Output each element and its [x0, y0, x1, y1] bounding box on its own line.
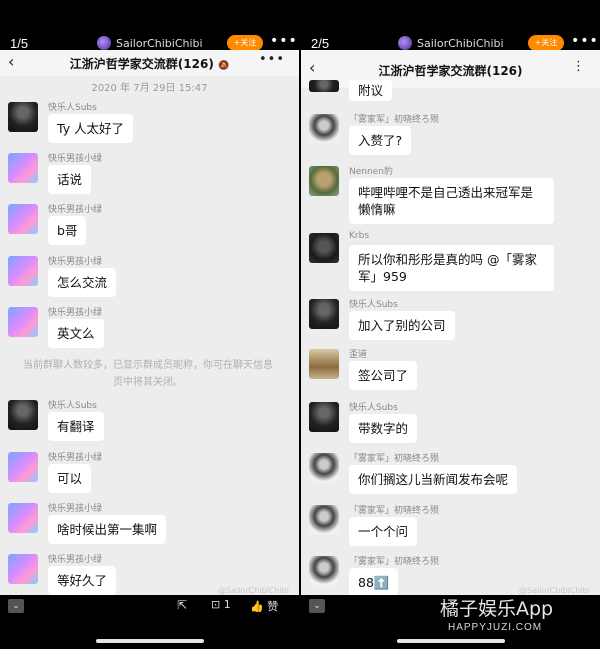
sender-name: 快乐人Subs — [349, 403, 398, 413]
avatar — [309, 349, 339, 379]
chat-screenshot: ‹ 江浙沪哲学家交流群(126) ⋮ 附议 「雾家军」初晓终ろ殒 入赘了? Ne… — [301, 50, 600, 595]
avatar — [309, 505, 339, 535]
like-label: 赞 — [267, 600, 279, 613]
avatar — [309, 114, 339, 144]
message-bubble: 英文么 — [48, 319, 104, 348]
message-bubble: Ty 人太好了 — [48, 114, 134, 143]
sender-name: 快乐男孩小绿 — [48, 205, 103, 215]
avatar — [8, 400, 38, 430]
image-watermark: @SailorChibiChibi — [218, 586, 289, 595]
author-name[interactable]: SailorChibiChibi — [116, 37, 203, 50]
message-bubble: 有翻译 — [48, 412, 104, 441]
avatar — [309, 402, 339, 432]
author-avatar[interactable] — [398, 36, 412, 50]
bottom-action-bar: ⌄ ⇱ ⊡ 1 👍 赞 — [0, 598, 299, 618]
avatar — [309, 453, 339, 483]
message-bubble: 你们搁这儿当新闻发布会呢 — [349, 465, 518, 494]
message-bubble: 签公司了 — [349, 361, 418, 390]
message-bubble: 可以 — [48, 464, 92, 493]
sender-name: 快乐男孩小绿 — [48, 257, 103, 267]
follow-button[interactable]: +关注 — [227, 35, 263, 51]
author-info[interactable]: SailorChibiChibi — [97, 36, 203, 50]
author-info[interactable]: SailorChibiChibi — [398, 36, 504, 50]
avatar — [8, 503, 38, 533]
avatar — [309, 299, 339, 329]
home-indicator — [397, 639, 505, 643]
avatar — [8, 452, 38, 482]
avatar — [8, 102, 38, 132]
post-image-1: 1/5 SailorChibiChibi +关注 ••• ‹ 江浙沪哲学家交流群… — [0, 0, 299, 649]
sender-name: 快乐男孩小绿 — [48, 453, 103, 463]
message-bubble: 等好久了 — [48, 566, 117, 595]
author-avatar[interactable] — [97, 36, 111, 50]
site-watermark-url: HAPPYJUZI.COM — [448, 622, 543, 633]
message-bubble: 啥时候出第一集啊 — [48, 515, 167, 544]
sender-name: 「雾家军」初晓终ろ殒 — [349, 557, 440, 567]
sender-name: Nennen豹 — [349, 167, 393, 177]
sender-name: Krbs — [349, 231, 370, 241]
sender-name: 快乐人Subs — [48, 401, 97, 411]
site-watermark-brand: 橘子娱乐App — [440, 598, 554, 620]
more-options-icon[interactable]: ••• — [270, 33, 298, 49]
avatar — [8, 256, 38, 286]
more-options-icon[interactable]: ••• — [571, 33, 599, 49]
sender-name: 快乐男孩小绿 — [48, 308, 103, 318]
message-bubble: 话说 — [48, 165, 92, 194]
post-image-2: 2/5 SailorChibiChibi +关注 ••• ‹ 江浙沪哲学家交流群… — [301, 0, 600, 649]
message-bubble: 附议 — [349, 80, 393, 101]
message-bubble: 带数字的 — [349, 414, 418, 443]
like-button[interactable]: 👍 赞 — [250, 598, 278, 614]
message-bubble: 入赘了? — [349, 126, 412, 155]
comment-count: 1 — [223, 598, 231, 611]
home-indicator — [96, 639, 204, 643]
author-name[interactable]: SailorChibiChibi — [417, 37, 504, 50]
chat-header: ‹ 江浙沪哲学家交流群(126) 🔕 ••• — [0, 50, 299, 76]
follow-button[interactable]: +关注 — [528, 35, 564, 51]
comment-button[interactable]: ⊡ 1 — [211, 598, 231, 611]
collapse-chevron-icon[interactable]: ⌄ — [8, 599, 24, 613]
sender-name: 快乐男孩小绿 — [48, 504, 103, 514]
sender-name: 快乐男孩小绿 — [48, 154, 103, 164]
sender-name: 快乐人Subs — [48, 103, 97, 113]
image-pager: 1/5 — [10, 36, 29, 51]
group-title: 江浙沪哲学家交流群(126) — [378, 64, 523, 78]
group-title: 江浙沪哲学家交流群(126) 🔕 — [69, 57, 230, 71]
image-pager: 2/5 — [311, 36, 330, 51]
avatar — [309, 556, 339, 586]
message-bubble: b哥 — [48, 216, 87, 245]
sender-name: 「雾家军」初晓终ろ殒 — [349, 506, 440, 516]
message-bubble: 88⬆️ — [349, 568, 399, 595]
chat-more-icon[interactable]: ••• — [259, 52, 285, 67]
avatar — [8, 204, 38, 234]
message-bubble: 哔哩哔哩不是自己透出来冠军是懒惰嘛 — [349, 178, 554, 224]
avatar — [8, 554, 38, 584]
message-bubble: 怎么交流 — [48, 268, 117, 297]
avatar — [309, 233, 339, 263]
avatar — [8, 307, 38, 337]
sender-name: 快乐男孩小绿 — [48, 555, 103, 565]
share-icon[interactable]: ⇱ — [177, 598, 187, 612]
mute-icon: 🔕 — [218, 61, 230, 71]
sender-name: 「雾家军」初晓终ろ殒 — [349, 115, 440, 125]
sender-name: 歪道 — [349, 350, 368, 360]
group-notice: 当前群聊人数较多，已显示群成员昵称，你可在聊天信息页中将其关闭。 — [23, 360, 273, 388]
message-bubble: 所以你和彤彤是真的吗 @「雾家军」959 — [349, 245, 554, 291]
sender-name: 快乐人Subs — [349, 300, 398, 310]
message-bubble: 一个个问 — [349, 517, 418, 546]
chat-header: ‹ 江浙沪哲学家交流群(126) ⋮ — [301, 50, 600, 88]
avatar — [309, 166, 339, 196]
sender-name: 「雾家军」初晓终ろ殒 — [349, 454, 440, 464]
chat-screenshot: ‹ 江浙沪哲学家交流群(126) 🔕 ••• 2020 年 7月 29日 15:… — [0, 50, 299, 595]
message-bubble: 加入了别的公司 — [349, 311, 455, 340]
chat-more-icon[interactable]: ⋮ — [572, 59, 586, 74]
chat-timestamp: 2020 年 7月 29日 15:47 — [91, 83, 208, 94]
collapse-chevron-icon[interactable]: ⌄ — [309, 599, 325, 613]
avatar — [309, 80, 339, 92]
avatar — [8, 153, 38, 183]
